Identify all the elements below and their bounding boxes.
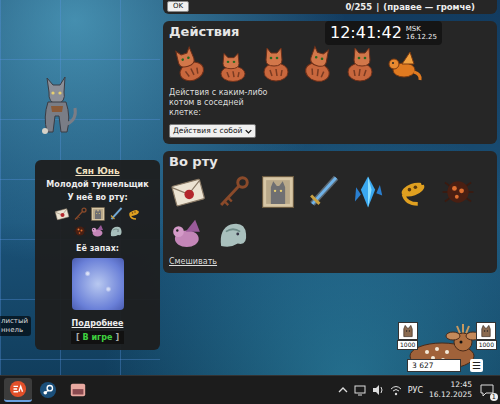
counter-hint: (правее — громче)	[383, 2, 475, 12]
cat-sniff-icon[interactable]	[169, 43, 209, 85]
cat-sit-icon[interactable]	[255, 43, 295, 85]
badge-picture	[398, 322, 418, 340]
badge-value: 1000	[476, 340, 497, 350]
game-screen: листыйннель Сян Юнь Молодой туннельщик У…	[0, 0, 500, 404]
cat-lie-icon[interactable]	[212, 43, 252, 85]
cat-icon	[401, 324, 415, 338]
game-icon	[69, 381, 87, 399]
taskbar: РУС 12:45 16.12.2025 1	[0, 375, 500, 404]
mini-items	[53, 206, 143, 239]
taskbar-app[interactable]	[34, 378, 62, 402]
portrait-icon[interactable]	[90, 206, 106, 222]
language-indicator[interactable]: РУС	[408, 386, 423, 395]
map-label[interactable]: листыйннель	[0, 316, 31, 336]
volume-bar: OK 0/255 | (правее — громче)	[163, 0, 497, 14]
speaker-icon[interactable]	[372, 384, 384, 396]
crystal-icon[interactable]	[349, 173, 387, 211]
clock-date: 16.12.25	[406, 33, 437, 41]
counter-badge[interactable]: 1000	[476, 322, 497, 350]
cat-sprite-icon[interactable]	[35, 72, 80, 137]
steam-icon	[39, 381, 57, 399]
cat-rank: Молодой туннельщик	[46, 179, 148, 190]
cat-dig-icon[interactable]	[298, 43, 338, 85]
side-panel: OK 0/255 | (правее — громче) Действия 12…	[160, 0, 500, 375]
taskbar-date: 16.12.2025	[429, 390, 472, 400]
wifi-icon[interactable]	[390, 384, 402, 396]
taskbar-app[interactable]	[4, 378, 32, 402]
bug-icon[interactable]	[72, 223, 88, 239]
counter-value: 0/255	[345, 2, 372, 12]
chevron-down-icon	[245, 128, 252, 135]
letter-icon[interactable]	[169, 173, 207, 211]
counter-badge[interactable]: 1000	[397, 322, 418, 350]
volume-counter: 0/255 | (правее — громче)	[345, 2, 475, 12]
dragon-icon[interactable]	[169, 215, 207, 253]
clock-time: 12:41:42	[330, 23, 402, 43]
status-bracket: [	[76, 332, 80, 343]
letter-icon[interactable]	[54, 206, 70, 222]
cat-attack-icon[interactable]	[341, 43, 381, 85]
actions-description: Действия с каким-либо котом в соседней к…	[169, 88, 269, 118]
clock-side: MSK 16.12.25	[406, 25, 437, 41]
bug-icon[interactable]	[439, 173, 477, 211]
map-area: листыйннель Сян Юнь Молодой туннельщик У…	[0, 0, 160, 375]
actions-panel: Действия 12:41:42 MSK 16.12.25 Действия …	[163, 21, 497, 144]
sword-icon[interactable]	[304, 173, 342, 211]
cat-card: Сян Юнь Молодой туннельщик У неё во рту:…	[35, 160, 160, 350]
key-icon[interactable]	[214, 173, 252, 211]
taskbar-clock[interactable]: 12:45 16.12.2025	[429, 380, 472, 400]
system-tray: РУС 12:45 16.12.2025 1	[338, 380, 496, 400]
creature-icon[interactable]	[384, 43, 424, 85]
smell-image	[72, 258, 124, 310]
main-area: листыйннель Сян Юнь Молодой туннельщик У…	[0, 0, 500, 375]
status-bracket: ]	[115, 332, 119, 343]
lizard-icon[interactable]	[394, 173, 432, 211]
menu-button[interactable]: ☰	[470, 359, 483, 372]
monitor-icon[interactable]	[354, 384, 366, 396]
smell-label: Её запах:	[76, 243, 119, 254]
lizard-icon[interactable]	[126, 206, 142, 222]
cat-icon	[479, 324, 493, 338]
select-value: Действия с собой	[173, 126, 242, 136]
clock: 12:41:42 MSK 16.12.25	[325, 21, 442, 45]
mouth-panel: Во рту Смешивать	[163, 151, 497, 273]
sword-icon[interactable]	[108, 206, 124, 222]
status-box: [ В игре ]	[71, 331, 124, 344]
notification-count: 1	[490, 393, 498, 401]
counter-value-box: 3 627	[407, 359, 461, 372]
counter-widget: 1000 1000 3 627 ☰	[397, 322, 497, 372]
action-row	[169, 43, 491, 85]
status-text: В игре	[83, 332, 113, 343]
ghost-icon[interactable]	[108, 223, 124, 239]
badge-picture	[476, 322, 496, 340]
portrait-icon[interactable]	[259, 173, 297, 211]
ea-icon	[9, 380, 27, 398]
taskbar-app[interactable]	[64, 378, 92, 402]
map-label-line: ннель	[1, 326, 28, 335]
counter-separator: |	[376, 2, 379, 12]
taskbar-apps	[4, 378, 92, 402]
chevron-up-icon[interactable]	[338, 385, 348, 395]
dragon-icon[interactable]	[90, 223, 106, 239]
mix-link[interactable]: Смешивать	[169, 257, 491, 267]
cat-name-link[interactable]: Сян Юнь	[75, 165, 119, 177]
ok-button[interactable]: OK	[167, 1, 189, 12]
badge-value: 1000	[397, 340, 418, 350]
mouth-label: У неё во рту:	[67, 192, 127, 203]
mouth-items	[169, 173, 491, 253]
map-label-line: листый	[1, 317, 28, 326]
more-link[interactable]: Подробнее	[72, 318, 124, 329]
taskbar-time: 12:45	[450, 380, 472, 390]
mouth-title: Во рту	[169, 154, 491, 170]
key-icon[interactable]	[72, 206, 88, 222]
ghost-icon[interactable]	[214, 215, 252, 253]
notifications-button[interactable]: 1	[478, 381, 496, 399]
clock-zone: MSK	[406, 25, 437, 33]
self-actions-select[interactable]: Действия с собой	[169, 124, 256, 138]
